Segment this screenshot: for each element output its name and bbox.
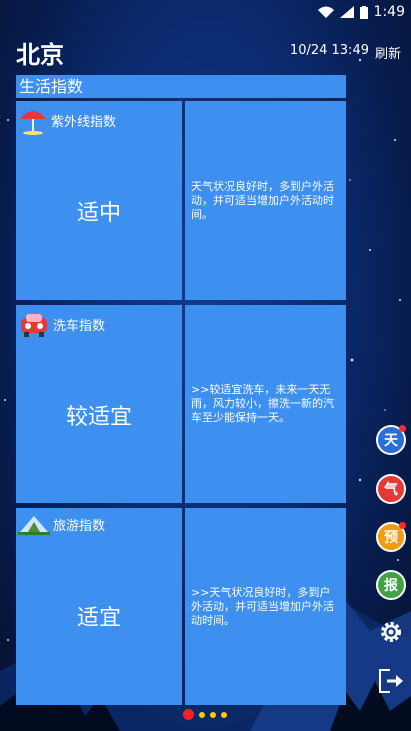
tent-icon — [18, 516, 50, 535]
card-title: 洗车指数 — [53, 318, 106, 334]
side-button-label: 天 — [384, 433, 398, 449]
header: 北京 10/24 13:49 刷新 — [16, 34, 401, 70]
page-indicator — [183, 709, 227, 720]
card-description: >>较适宜洗车，未来一天无雨，风力较小，擦洗一新的汽车至少能保持一天。 — [191, 383, 334, 424]
car-wash-card[interactable]: 洗车指数 较适宜 — [16, 305, 182, 503]
card-title: 紫外线指数 — [51, 114, 117, 130]
wifi-icon — [317, 6, 334, 18]
travel-desc: >>天气状况良好时，多到户外活动，并可适当增加户外活动时间。 — [185, 508, 346, 705]
notification-badge — [399, 522, 406, 529]
update-info: 10/24 13:49 刷新 — [290, 43, 401, 62]
uv-index-desc: 天气状况良好时，多到户外活动，并可适当增加户外活动时间。 — [185, 101, 346, 300]
card-title: 旅游指数 — [53, 518, 106, 534]
card-description: >>天气状况良好时，多到户外活动，并可适当增加户外活动时间。 — [191, 585, 334, 627]
car-wash-desc: >>较适宜洗车，未来一天无雨，风力较小，擦洗一新的汽车至少能保持一天。 — [185, 305, 346, 503]
gear-icon[interactable] — [378, 619, 404, 645]
card-value: 适中 — [76, 201, 121, 226]
car-icon — [21, 314, 47, 337]
side-button-yu[interactable]: 预 — [376, 522, 406, 552]
side-button-tian[interactable]: 天 — [376, 425, 406, 455]
card-header: 旅游指数 — [18, 512, 105, 536]
battery-icon — [359, 5, 368, 19]
travel-card[interactable]: 旅游指数 适宜 — [16, 508, 182, 705]
card-value: 适宜 — [76, 606, 121, 631]
page-dot[interactable] — [221, 711, 227, 718]
card-description: 天气状况良好时，多到户外活动，并可适当增加户外活动时间。 — [191, 179, 334, 221]
update-time: 10/24 13:49 — [289, 42, 369, 58]
page-dot[interactable] — [199, 711, 205, 718]
page-dot-active[interactable] — [183, 709, 194, 720]
status-time: 1:49 — [373, 4, 405, 20]
section-title: 生活指数 — [16, 75, 346, 98]
exit-icon[interactable] — [378, 668, 406, 694]
side-button-qi[interactable]: 气 — [376, 474, 406, 504]
uv-index-card[interactable]: 紫外线指数 适中 — [16, 101, 182, 300]
card-header: 洗车指数 — [18, 309, 105, 339]
side-button-label: 预 — [384, 530, 398, 546]
side-button-bao[interactable]: 报 — [376, 570, 406, 600]
city-name[interactable]: 北京 — [16, 35, 64, 70]
card-value: 较适宜 — [65, 405, 132, 430]
refresh-button[interactable]: 刷新 — [375, 43, 401, 62]
side-button-label: 报 — [384, 578, 398, 594]
signal-icon — [339, 6, 354, 18]
page-dot[interactable] — [210, 711, 216, 718]
status-bar: 1:49 — [0, 0, 411, 24]
umbrella-icon — [20, 111, 46, 135]
card-header: 紫外线指数 — [18, 105, 116, 135]
side-button-label: 气 — [384, 482, 398, 498]
notification-badge — [399, 425, 406, 432]
